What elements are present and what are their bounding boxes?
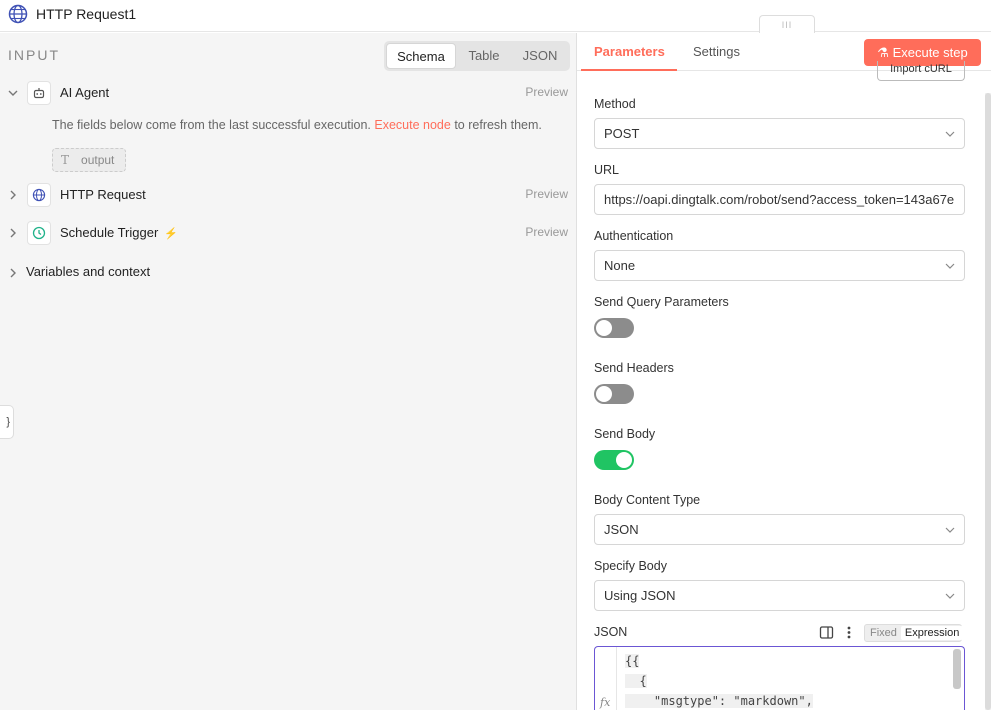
- variables-context-toggle[interactable]: Variables and context: [26, 264, 150, 279]
- field-name: output: [81, 153, 115, 167]
- node-title[interactable]: HTTP Request1: [36, 6, 136, 22]
- toggle-knob: [596, 386, 612, 402]
- code-line: {: [625, 674, 647, 688]
- panel-drag-handle[interactable]: III: [759, 15, 815, 33]
- node-row-ai-agent[interactable]: AI Agent Preview: [0, 81, 576, 107]
- content-type-value: JSON: [604, 522, 639, 537]
- code-line: "msgtype": "markdown",: [625, 694, 813, 708]
- auth-value: None: [604, 258, 636, 273]
- chevron-down-icon: [945, 527, 955, 533]
- url-value: https://oapi.dingtalk.com/robot/send?acc…: [604, 192, 955, 207]
- method-value: POST: [604, 126, 640, 141]
- chevron-right-icon[interactable]: [7, 227, 19, 239]
- auth-label: Authentication: [594, 229, 674, 243]
- robot-icon: [27, 81, 51, 105]
- more-options-icon[interactable]: [845, 625, 853, 640]
- specify-body-value: Using JSON: [604, 588, 676, 603]
- preview-link[interactable]: Preview: [525, 85, 568, 99]
- active-tab-indicator: [581, 69, 677, 71]
- preview-link[interactable]: Preview: [525, 187, 568, 201]
- method-label: Method: [594, 97, 636, 111]
- node-name: HTTP Request: [60, 187, 146, 202]
- globe-icon: [8, 4, 28, 24]
- input-panel: INPUT Schema Table JSON AI Agent Preview…: [0, 33, 576, 710]
- toggle-knob: [616, 452, 632, 468]
- info-text: The fields below come from the last succ…: [52, 118, 371, 132]
- editor-scrollbar[interactable]: [953, 649, 961, 689]
- input-panel-label: INPUT: [8, 47, 60, 63]
- chevron-down-icon: [945, 263, 955, 269]
- view-schema-tab[interactable]: Schema: [386, 43, 456, 69]
- clock-icon: [27, 221, 51, 245]
- chevron-down-icon: [945, 131, 955, 137]
- send-headers-label: Send Headers: [594, 361, 674, 375]
- method-select[interactable]: POST: [594, 118, 965, 149]
- chevron-down-icon: [945, 593, 955, 599]
- mode-expression[interactable]: Expression: [900, 626, 964, 640]
- specify-body-label: Specify Body: [594, 559, 667, 573]
- schema-field-output[interactable]: Toutput: [52, 148, 126, 172]
- url-label: URL: [594, 163, 620, 177]
- auth-select[interactable]: None: [594, 250, 965, 281]
- fixed-expression-toggle: Fixed Expression: [864, 624, 964, 642]
- send-headers-toggle[interactable]: [594, 384, 634, 404]
- collapse-panel-tab[interactable]: }: [0, 405, 14, 439]
- scrollbar-thumb[interactable]: [985, 93, 991, 710]
- url-input[interactable]: https://oapi.dingtalk.com/robot/send?acc…: [594, 184, 965, 215]
- send-query-label: Send Query Parameters: [594, 295, 729, 309]
- view-table-tab[interactable]: Table: [456, 43, 512, 69]
- toggle-knob: [596, 320, 612, 336]
- node-name: Schedule Trigger ⚡: [60, 225, 178, 240]
- execute-node-link[interactable]: Execute node: [374, 118, 450, 132]
- globe-icon: [27, 183, 51, 207]
- chevron-down-icon[interactable]: [7, 87, 19, 99]
- json-label: JSON: [594, 625, 628, 639]
- mode-fixed[interactable]: Fixed: [866, 626, 901, 640]
- code-line: {{: [625, 654, 640, 668]
- node-row-http-request[interactable]: HTTP Request Preview: [0, 183, 576, 209]
- view-json-tab[interactable]: JSON: [512, 43, 568, 69]
- scrollbar[interactable]: [985, 93, 991, 710]
- tab-settings[interactable]: Settings: [693, 44, 740, 59]
- json-expression-editor[interactable]: fx {{ { "msgtype": "markdown",: [594, 646, 965, 710]
- send-query-toggle[interactable]: [594, 318, 634, 338]
- content-type-label: Body Content Type: [594, 493, 701, 507]
- text-type-icon: T: [61, 153, 70, 167]
- node-name: AI Agent: [60, 85, 110, 100]
- node-row-schedule-trigger[interactable]: Schedule Trigger ⚡ Preview: [0, 221, 576, 247]
- preview-link[interactable]: Preview: [525, 225, 568, 239]
- info-text-suffix: to refresh them.: [454, 118, 542, 132]
- parameters-panel: Parameters Settings ⚗ Execute step Impor…: [576, 33, 991, 710]
- chevron-right-icon[interactable]: [7, 267, 19, 279]
- fx-icon: fx: [600, 696, 611, 709]
- specify-body-select[interactable]: Using JSON: [594, 580, 965, 611]
- split-view-icon[interactable]: [819, 625, 834, 640]
- content-type-select[interactable]: JSON: [594, 514, 965, 545]
- send-body-label: Send Body: [594, 427, 656, 441]
- flask-icon: ⚗: [877, 45, 893, 60]
- import-curl-button[interactable]: Import cURL: [877, 61, 965, 81]
- node-header: HTTP Request1: [0, 0, 991, 32]
- execute-step-label: Execute step: [892, 45, 968, 60]
- node-name-text: Schedule Trigger: [60, 225, 159, 240]
- code-content[interactable]: {{ { "msgtype": "markdown",: [625, 653, 813, 710]
- send-body-toggle[interactable]: [594, 450, 634, 470]
- view-switcher: Schema Table JSON: [384, 41, 570, 71]
- tab-parameters[interactable]: Parameters: [594, 44, 665, 59]
- execution-info: The fields below come from the last succ…: [52, 118, 542, 132]
- trigger-bolt-icon: ⚡: [164, 228, 178, 240]
- chevron-right-icon[interactable]: [7, 189, 19, 201]
